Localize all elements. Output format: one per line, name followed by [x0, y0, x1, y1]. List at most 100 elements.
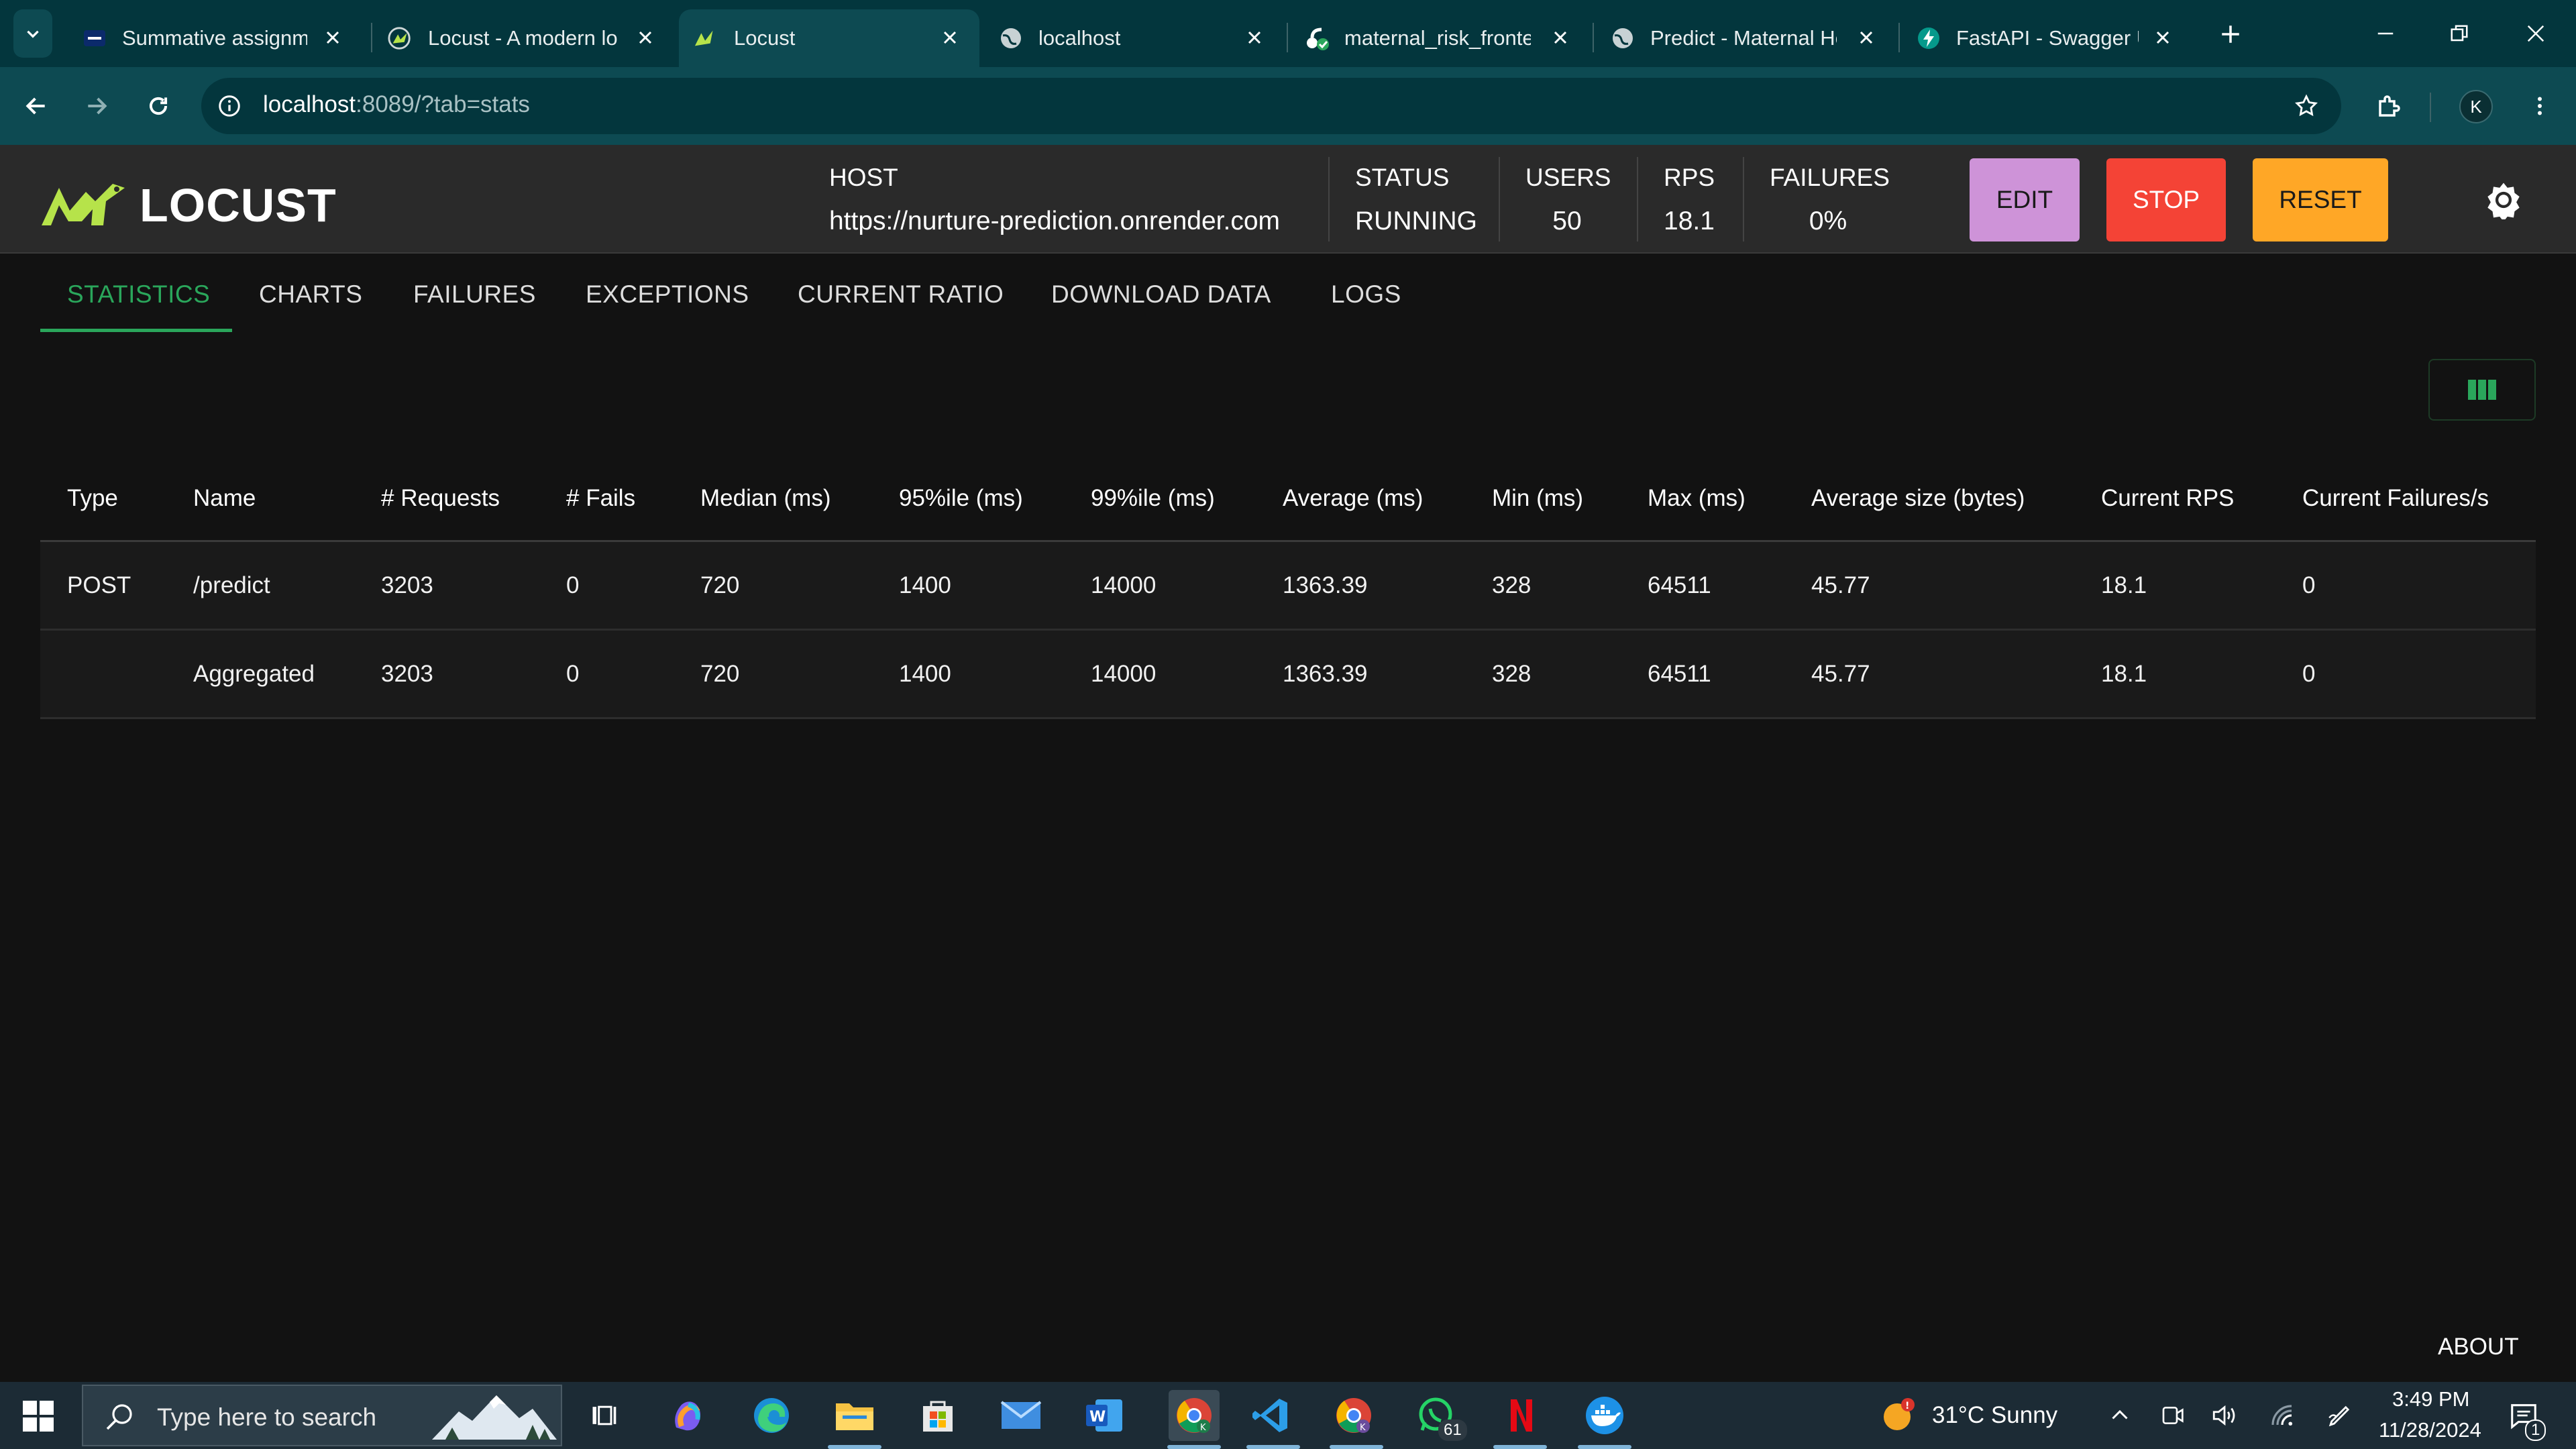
table-cell: 1400: [899, 572, 951, 598]
close-window-button[interactable]: [2516, 13, 2556, 54]
url-input[interactable]: localhost:8089/?tab=stats: [201, 78, 2341, 134]
mail-button[interactable]: [1000, 1394, 1042, 1437]
file-explorer-button[interactable]: [833, 1394, 876, 1437]
task-view-button[interactable]: [582, 1394, 625, 1437]
stop-button[interactable]: STOP: [2106, 158, 2226, 241]
bookmark-star-icon[interactable]: [2290, 90, 2322, 122]
column-header[interactable]: Average size (bytes): [1811, 456, 2025, 540]
table-cell: /predict: [193, 572, 270, 598]
edit-button[interactable]: EDIT: [1970, 158, 2080, 241]
docker-button[interactable]: [1583, 1394, 1626, 1437]
chrome-button[interactable]: K: [1332, 1394, 1375, 1437]
close-icon[interactable]: [1241, 24, 1268, 51]
tab-download-data[interactable]: DOWNLOAD DATA: [1051, 280, 1271, 309]
table-cell: 14000: [1091, 572, 1157, 598]
close-icon[interactable]: [632, 24, 659, 51]
edge-icon: [754, 1398, 789, 1433]
tab-current-ratio[interactable]: CURRENT RATIO: [798, 280, 1004, 309]
volume-button[interactable]: [2203, 1394, 2246, 1437]
pen-menu-button[interactable]: [2318, 1394, 2361, 1437]
plus-icon: [2222, 25, 2239, 43]
tab-charts[interactable]: CHARTS: [259, 280, 362, 309]
browser-tab[interactable]: Locust - A modern lo: [373, 9, 675, 67]
column-header[interactable]: Current RPS: [2101, 456, 2234, 540]
about-link[interactable]: ABOUT: [2438, 1334, 2519, 1360]
reload-button[interactable]: [140, 87, 177, 125]
extensions-button[interactable]: [2371, 87, 2408, 125]
clock-date[interactable]: 11/28/2024: [2379, 1418, 2481, 1442]
browser-menu-button[interactable]: [2521, 87, 2559, 125]
clock-time[interactable]: 3:49 PM: [2392, 1387, 2469, 1411]
restore-button[interactable]: [2439, 13, 2479, 54]
column-header[interactable]: Max (ms): [1648, 456, 1746, 540]
browser-tab[interactable]: FastAPI - Swagger UI: [1901, 9, 2192, 67]
column-selector-button[interactable]: [2428, 359, 2536, 421]
running-indicator: [1330, 1445, 1383, 1449]
theme-toggle-button[interactable]: [2482, 178, 2525, 221]
show-hidden-icons-button[interactable]: [2098, 1394, 2141, 1437]
minimize-button[interactable]: [2365, 13, 2406, 54]
microsoft-store-button[interactable]: [916, 1394, 959, 1437]
forward-button[interactable]: [78, 87, 115, 125]
profile-avatar[interactable]: K: [2459, 90, 2493, 123]
column-header[interactable]: Name: [193, 456, 256, 540]
vscode-button[interactable]: [1249, 1394, 1292, 1437]
column-header[interactable]: Average (ms): [1283, 456, 1423, 540]
table-cell: 1400: [899, 660, 951, 687]
status-stat: STATUS RUNNING: [1355, 164, 1477, 236]
table-cell: 18.1: [2101, 572, 2147, 598]
wifi-icon: [2271, 1405, 2293, 1426]
host-value: https://nurture-prediction.onrender.com: [829, 207, 1281, 235]
edge-button[interactable]: [750, 1394, 793, 1437]
close-icon[interactable]: [1853, 24, 1880, 51]
close-icon[interactable]: [1547, 24, 1574, 51]
table-cell: 328: [1492, 660, 1532, 687]
close-icon[interactable]: [936, 24, 963, 51]
arrow-left-icon: [25, 97, 45, 115]
tab-logs[interactable]: LOGS: [1331, 280, 1401, 309]
address-bar-row: localhost:8089/?tab=stats K: [0, 67, 2576, 145]
close-icon[interactable]: [319, 24, 346, 51]
netflix-button[interactable]: [1500, 1394, 1543, 1437]
word-icon: W: [1086, 1399, 1122, 1432]
meet-now-button[interactable]: [2152, 1394, 2195, 1437]
start-button[interactable]: [23, 1401, 54, 1432]
browser-tab[interactable]: maternal_risk_fronter: [1289, 9, 1590, 67]
table-cell: 0: [566, 660, 580, 687]
table-cell: 45.77: [1811, 660, 1870, 687]
tab-search-button[interactable]: [13, 9, 52, 58]
column-header[interactable]: 99%ile (ms): [1091, 456, 1215, 540]
reset-button[interactable]: RESET: [2253, 158, 2388, 241]
tab-exceptions[interactable]: EXCEPTIONS: [586, 280, 749, 309]
browser-tab[interactable]: Predict - Maternal He: [1595, 9, 1896, 67]
column-header[interactable]: Type: [67, 456, 118, 540]
copilot-button[interactable]: [667, 1394, 710, 1437]
taskbar-search-input[interactable]: Type here to search: [82, 1385, 562, 1446]
column-header[interactable]: 95%ile (ms): [899, 456, 1023, 540]
new-tab-button[interactable]: [2214, 17, 2247, 51]
stat-divider: [1743, 157, 1744, 241]
column-header[interactable]: Min (ms): [1492, 456, 1583, 540]
site-info-icon[interactable]: [215, 91, 244, 121]
chrome-button-active[interactable]: K: [1169, 1390, 1220, 1441]
back-button[interactable]: [17, 87, 55, 125]
weather-text[interactable]: 31°C Sunny: [1932, 1402, 2057, 1429]
column-header[interactable]: # Fails: [566, 456, 635, 540]
locust-logo[interactable]: LOCUST: [39, 178, 337, 232]
url-path: :8089/?tab=stats: [356, 91, 530, 117]
tab-failures[interactable]: FAILURES: [413, 280, 536, 309]
browser-tab[interactable]: localhost: [983, 9, 1284, 67]
browser-tab-active[interactable]: Locust: [679, 9, 979, 67]
locust-icon: [42, 184, 125, 225]
table-cell: POST: [67, 572, 131, 598]
puzzle-icon: [2379, 95, 2400, 117]
weather-widget[interactable]: !: [1877, 1394, 1920, 1437]
network-button[interactable]: [2261, 1394, 2304, 1437]
column-header[interactable]: Current Failures/s: [2302, 456, 2489, 540]
word-button[interactable]: W: [1083, 1394, 1126, 1437]
column-header[interactable]: Median (ms): [700, 456, 830, 540]
column-header[interactable]: # Requests: [381, 456, 500, 540]
tab-statistics[interactable]: STATISTICS: [67, 280, 210, 309]
close-icon[interactable]: [2149, 24, 2176, 51]
browser-tab[interactable]: Summative assignme: [67, 9, 362, 67]
